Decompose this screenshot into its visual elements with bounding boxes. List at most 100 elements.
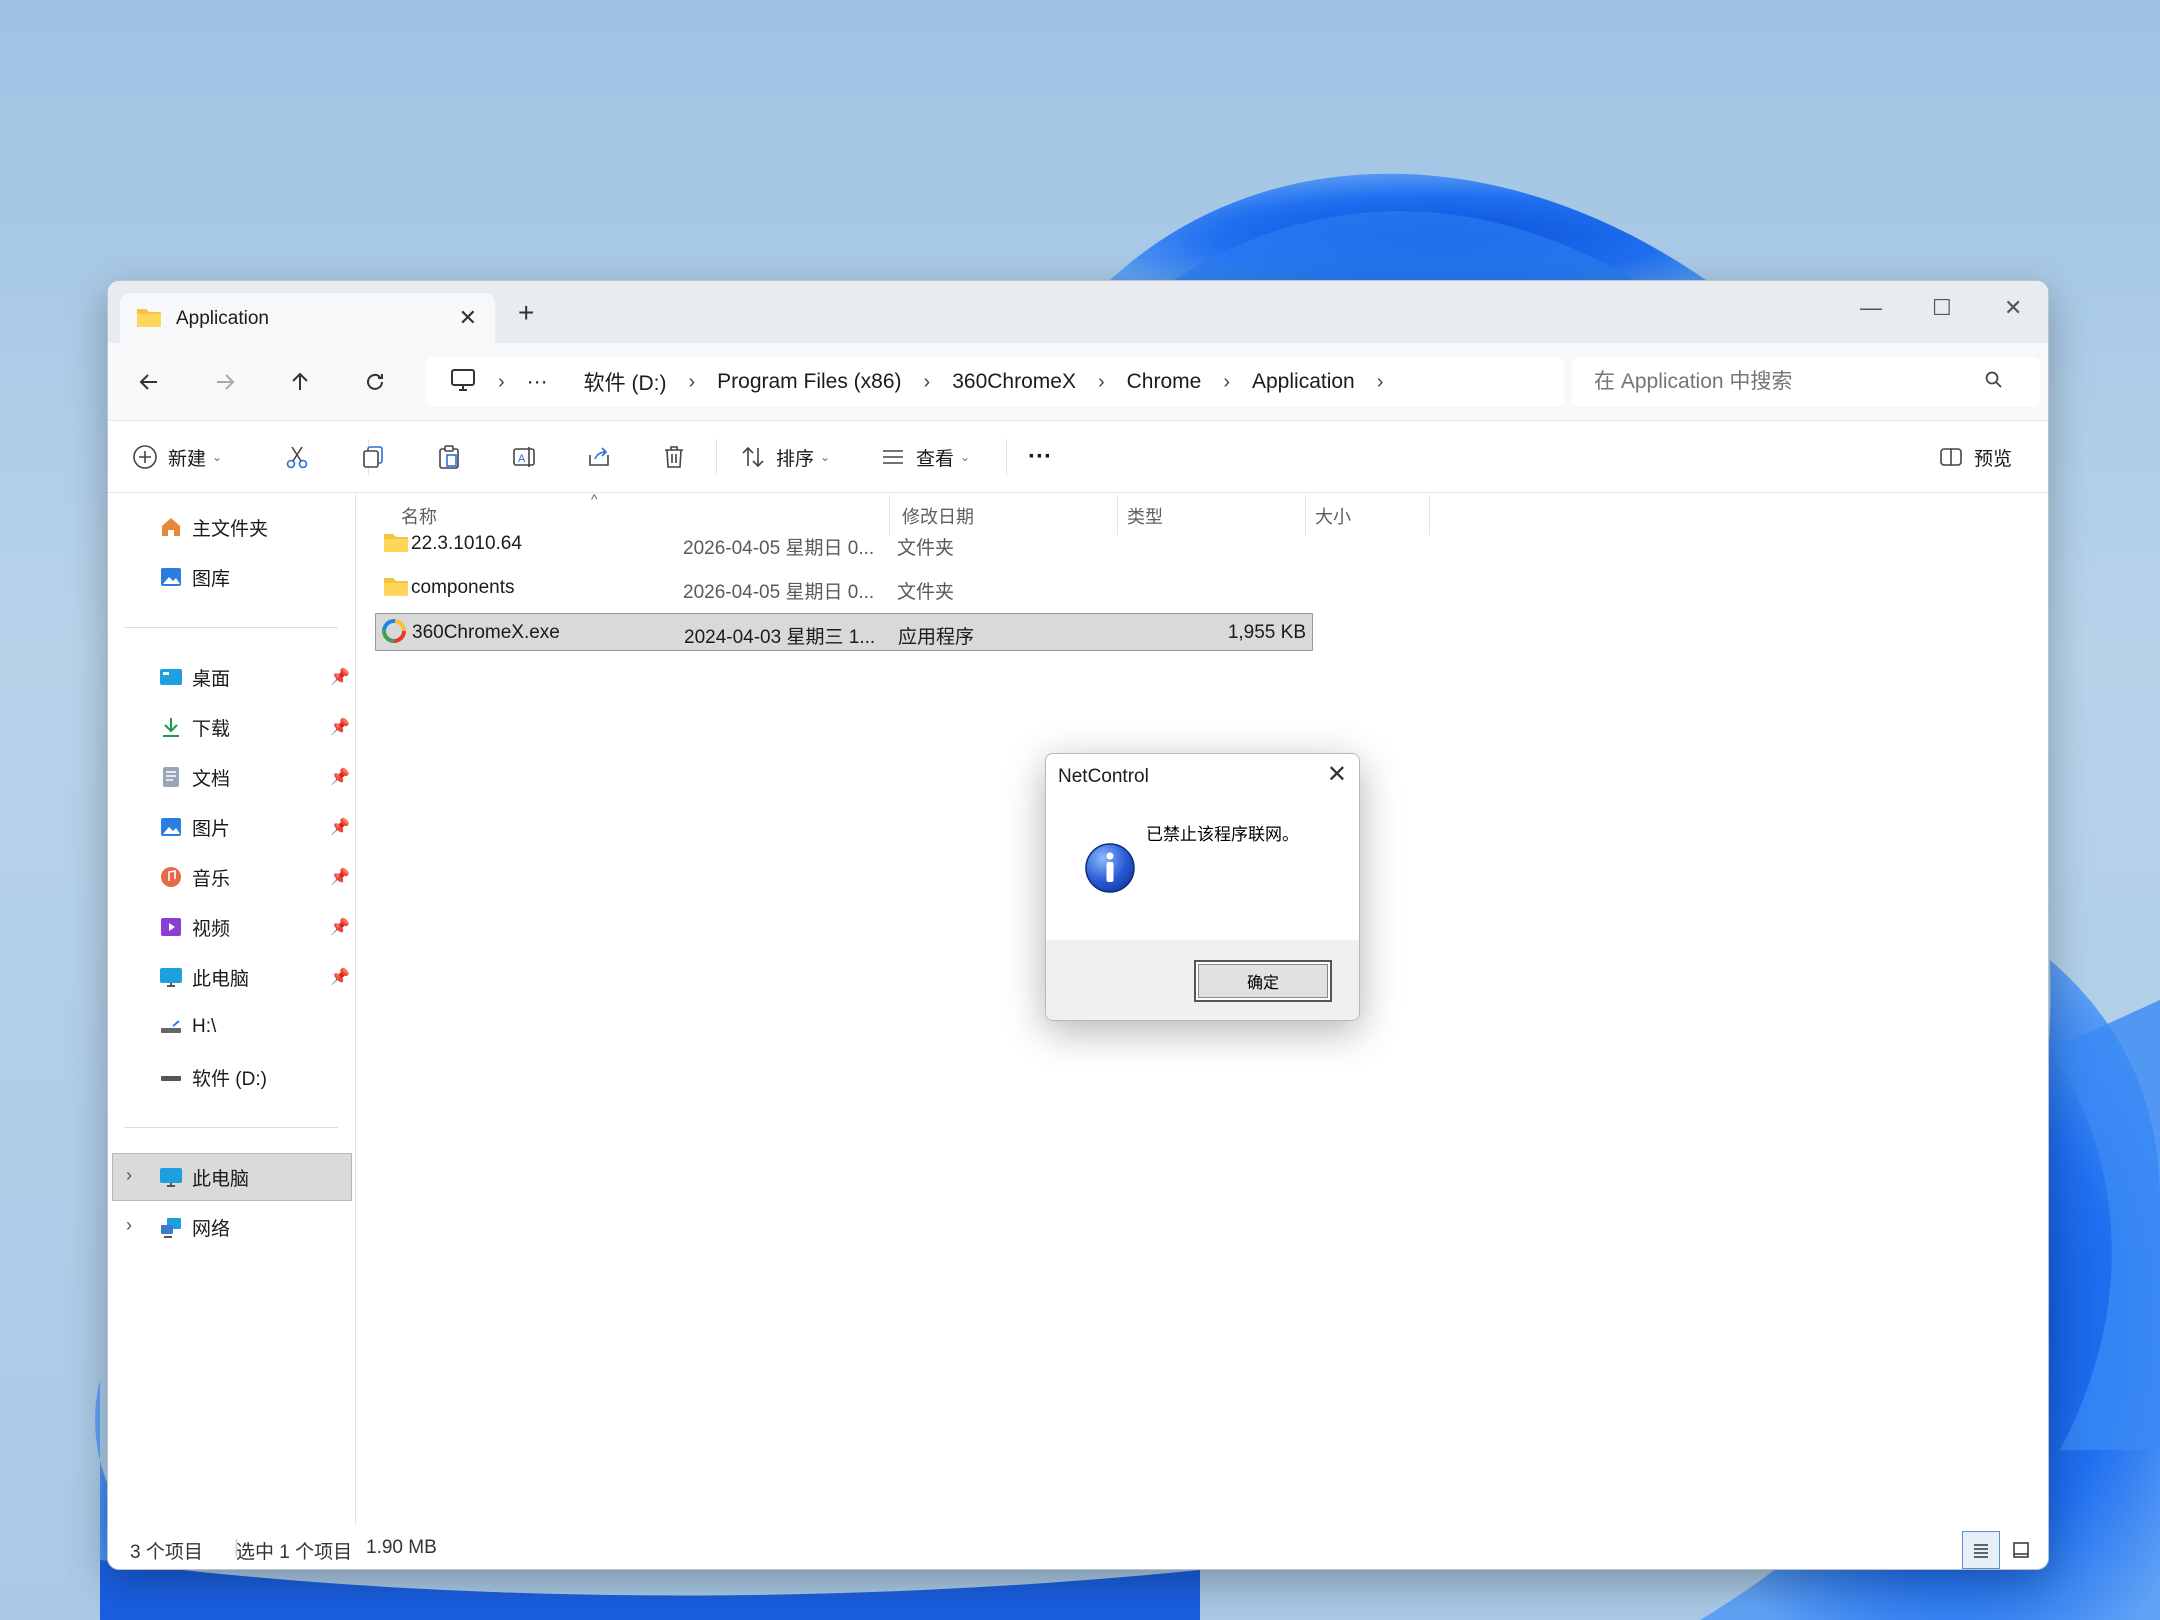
sidebar-item-pictures[interactable]: 图片	[158, 807, 230, 847]
file-row[interactable]: components 2026-04-05 星期日 0... 文件夹	[375, 569, 1313, 607]
folder-icon	[383, 575, 409, 603]
pin-icon[interactable]: 📌	[330, 817, 350, 837]
music-icon	[158, 864, 184, 890]
info-icon	[1084, 842, 1136, 899]
file-name: 22.3.1010.64	[411, 533, 522, 554]
file-modified: 2026-04-05 星期日 0...	[683, 538, 875, 559]
rename-icon: A	[513, 447, 535, 467]
breadcrumb-program-files[interactable]: Program Files (x86)	[717, 370, 901, 394]
address-bar[interactable]: › ··· 软件 (D:) › Program Files (x86) › 36…	[426, 357, 1564, 407]
chevron-right-icon: ›	[688, 370, 696, 393]
sidebar-item-this-pc-tree[interactable]: 此电脑	[158, 1157, 249, 1197]
sidebar-item-videos[interactable]: 视频	[158, 907, 230, 947]
details-view-icon	[1974, 1544, 1988, 1558]
sidebar-item-drive-d[interactable]: 软件 (D:)	[158, 1057, 267, 1097]
column-header-size[interactable]: 大小	[1315, 503, 1351, 529]
up-button[interactable]	[283, 365, 317, 399]
preview-button[interactable]: 预览	[1938, 439, 2012, 475]
video-icon	[158, 914, 184, 940]
sidebar-item-desktop[interactable]: 桌面	[158, 657, 230, 697]
more-options-button[interactable]: ···	[1028, 439, 1052, 475]
sort-button[interactable]: 排序 ⌄	[740, 439, 830, 475]
pin-icon[interactable]: 📌	[330, 717, 350, 737]
chevron-right-icon[interactable]: ›	[126, 1215, 132, 1236]
dialog-message: 已禁止该程序联网。	[1146, 825, 1299, 844]
computer-icon	[158, 964, 184, 990]
sidebar-item-this-pc[interactable]: 此电脑	[158, 957, 249, 997]
file-row-selected[interactable]: 360ChromeX.exe 2024-04-03 星期三 1... 应用程序 …	[375, 613, 1313, 651]
new-button[interactable]: 新建 ⌄	[132, 439, 222, 475]
chevron-right-icon[interactable]: ›	[1377, 371, 1384, 394]
chevron-right-icon[interactable]: ›	[126, 1165, 132, 1186]
network-icon	[158, 1214, 184, 1240]
share-icon	[589, 447, 609, 466]
details-view-button[interactable]	[1962, 1531, 2000, 1569]
sidebar-item-home[interactable]: 主文件夹	[158, 507, 268, 547]
status-size: 1.90 MB	[366, 1537, 437, 1558]
search-icon[interactable]	[1984, 370, 2004, 395]
rename-button[interactable]: A	[511, 439, 537, 475]
sidebar-item-drive-h[interactable]: H:\	[158, 1007, 216, 1047]
sidebar-item-documents[interactable]: 文档	[158, 757, 230, 797]
pin-icon[interactable]: 📌	[330, 867, 350, 887]
tab-application[interactable]: Application ✕	[120, 293, 495, 345]
tiles-view-button[interactable]	[2002, 1531, 2040, 1569]
close-button[interactable]: ✕	[2004, 295, 2022, 321]
breadcrumb-drive[interactable]: 软件 (D:)	[584, 367, 667, 397]
view-button[interactable]: 查看 ⌄	[880, 439, 970, 475]
file-row[interactable]: 22.3.1010.64 2026-04-05 星期日 0... 文件夹	[375, 525, 1313, 563]
drive-icon	[158, 1064, 184, 1090]
dialog-title: NetControl	[1058, 766, 1149, 787]
share-button[interactable]	[586, 439, 612, 475]
paste-icon	[439, 445, 459, 469]
copy-button[interactable]	[360, 439, 386, 475]
chevron-down-icon: ⌄	[820, 450, 831, 464]
new-tab-button[interactable]: +	[518, 299, 534, 327]
plus-circle-icon	[133, 445, 157, 469]
breadcrumb-chrome[interactable]: Chrome	[1127, 370, 1202, 394]
sidebar-item-gallery[interactable]: 图库	[158, 557, 230, 597]
drive-icon	[158, 1014, 184, 1040]
file-modified: 2026-04-05 星期日 0...	[683, 582, 875, 603]
status-bar: 3 个项目 | 选中 1 个项目 1.90 MB	[108, 1525, 2048, 1569]
home-icon	[158, 514, 184, 540]
pin-icon[interactable]: 📌	[330, 967, 350, 987]
refresh-button[interactable]	[358, 365, 392, 399]
delete-button[interactable]	[661, 439, 687, 475]
breadcrumb-more[interactable]: ···	[527, 370, 548, 394]
desktop-icon	[158, 664, 184, 690]
arrow-right-icon	[217, 374, 235, 390]
breadcrumb-360chromex[interactable]: 360ChromeX	[952, 370, 1076, 394]
chevron-right-icon: ›	[1223, 370, 1230, 393]
folder-icon	[383, 531, 409, 559]
dialog-close-button[interactable]: ✕	[1327, 760, 1347, 789]
maximize-button[interactable]: ☐	[1932, 295, 1952, 321]
sidebar-item-music[interactable]: 音乐	[158, 857, 230, 897]
forward-button[interactable]	[208, 365, 242, 399]
copy-icon	[363, 446, 383, 468]
pin-icon[interactable]: 📌	[330, 667, 350, 687]
dialog-footer: 确定	[1046, 940, 1359, 1020]
paste-button[interactable]	[436, 439, 462, 475]
sidebar-item-network[interactable]: 网络	[158, 1207, 230, 1247]
ok-button[interactable]: 确定	[1194, 960, 1332, 1002]
status-item-count: 3 个项目	[130, 1542, 203, 1563]
search-input[interactable]	[1594, 370, 1984, 394]
pin-icon[interactable]: 📌	[330, 917, 350, 937]
search-box[interactable]	[1572, 357, 2040, 407]
pin-icon[interactable]: 📌	[330, 767, 350, 787]
minimize-button[interactable]: —	[1860, 295, 1882, 321]
tab-close-icon[interactable]: ✕	[459, 305, 477, 331]
computer-icon	[450, 368, 476, 397]
sidebar-item-downloads[interactable]: 下载	[158, 707, 230, 747]
computer-icon	[158, 1164, 184, 1190]
arrow-up-icon	[292, 372, 308, 390]
refresh-icon	[367, 373, 383, 390]
folder-icon	[136, 306, 162, 333]
document-icon	[158, 764, 184, 790]
cut-button[interactable]	[284, 439, 310, 475]
gallery-icon	[158, 564, 184, 590]
breadcrumb-application[interactable]: Application	[1252, 370, 1355, 394]
navigation-bar: › ··· 软件 (D:) › Program Files (x86) › 36…	[108, 343, 2048, 421]
back-button[interactable]	[132, 365, 166, 399]
